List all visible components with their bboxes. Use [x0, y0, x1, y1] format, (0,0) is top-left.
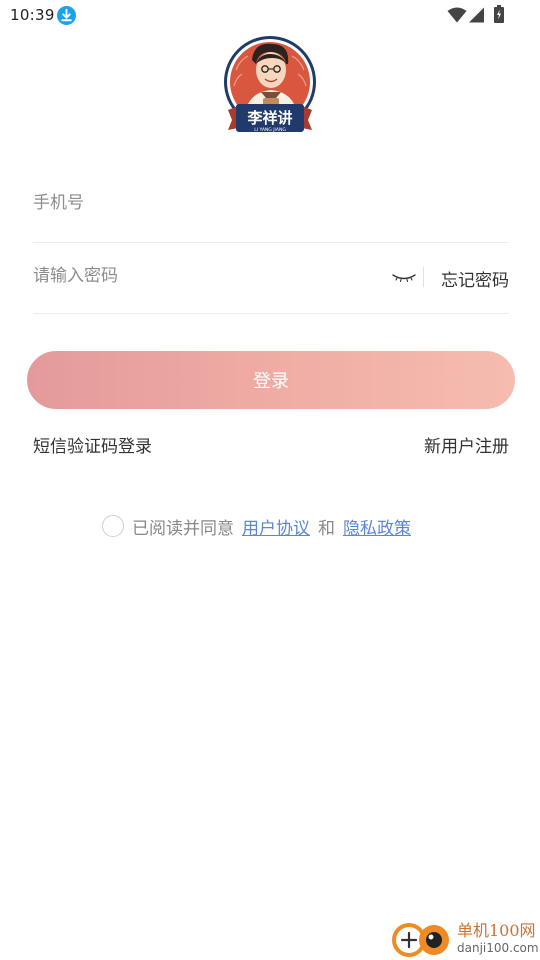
register-link[interactable]: 新用户注册 — [424, 432, 509, 457]
app-logo: 李祥讲 LI YANG JIANG — [224, 36, 316, 133]
eye-closed-icon[interactable] — [392, 272, 416, 284]
privacy-policy-link[interactable]: 隐私政策 — [343, 514, 411, 539]
phone-input[interactable] — [33, 171, 509, 235]
field-divider — [423, 267, 424, 287]
watermark-logo-icon — [392, 923, 449, 957]
status-time: 10:39 — [10, 6, 55, 24]
login-button[interactable]: 登录 — [27, 351, 515, 409]
agreement-prefix: 已阅读并同意 — [132, 518, 234, 539]
phone-field — [33, 171, 509, 243]
agreement-and: 和 — [318, 518, 335, 539]
watermark-url: danji100.com — [457, 941, 539, 955]
forgot-password-link[interactable]: 忘记密码 — [441, 266, 509, 291]
watermark-title: 单机100网 — [457, 921, 536, 940]
battery-icon — [494, 5, 504, 23]
wifi-icon — [447, 7, 467, 23]
password-field: 忘记密码 — [33, 241, 509, 314]
signal-icon — [469, 7, 484, 23]
status-bar: 10:39 — [0, 0, 540, 32]
user-agreement-link[interactable]: 用户协议 — [242, 514, 310, 539]
logo-brand-text: 李祥讲 — [246, 109, 292, 127]
logo-brand-subtext: LI YANG JIANG — [254, 127, 286, 133]
password-input[interactable] — [33, 241, 383, 310]
sms-login-link[interactable]: 短信验证码登录 — [33, 432, 152, 457]
agreement-row: 已阅读并同意 用户协议 和 隐私政策 — [102, 513, 411, 539]
agreement-checkbox[interactable] — [102, 515, 124, 537]
download-icon — [57, 6, 76, 25]
login-screen: 10:39 李祥讲 LI YANG JIANG 手机号 忘记密码 登录 短信验证… — [0, 0, 540, 960]
